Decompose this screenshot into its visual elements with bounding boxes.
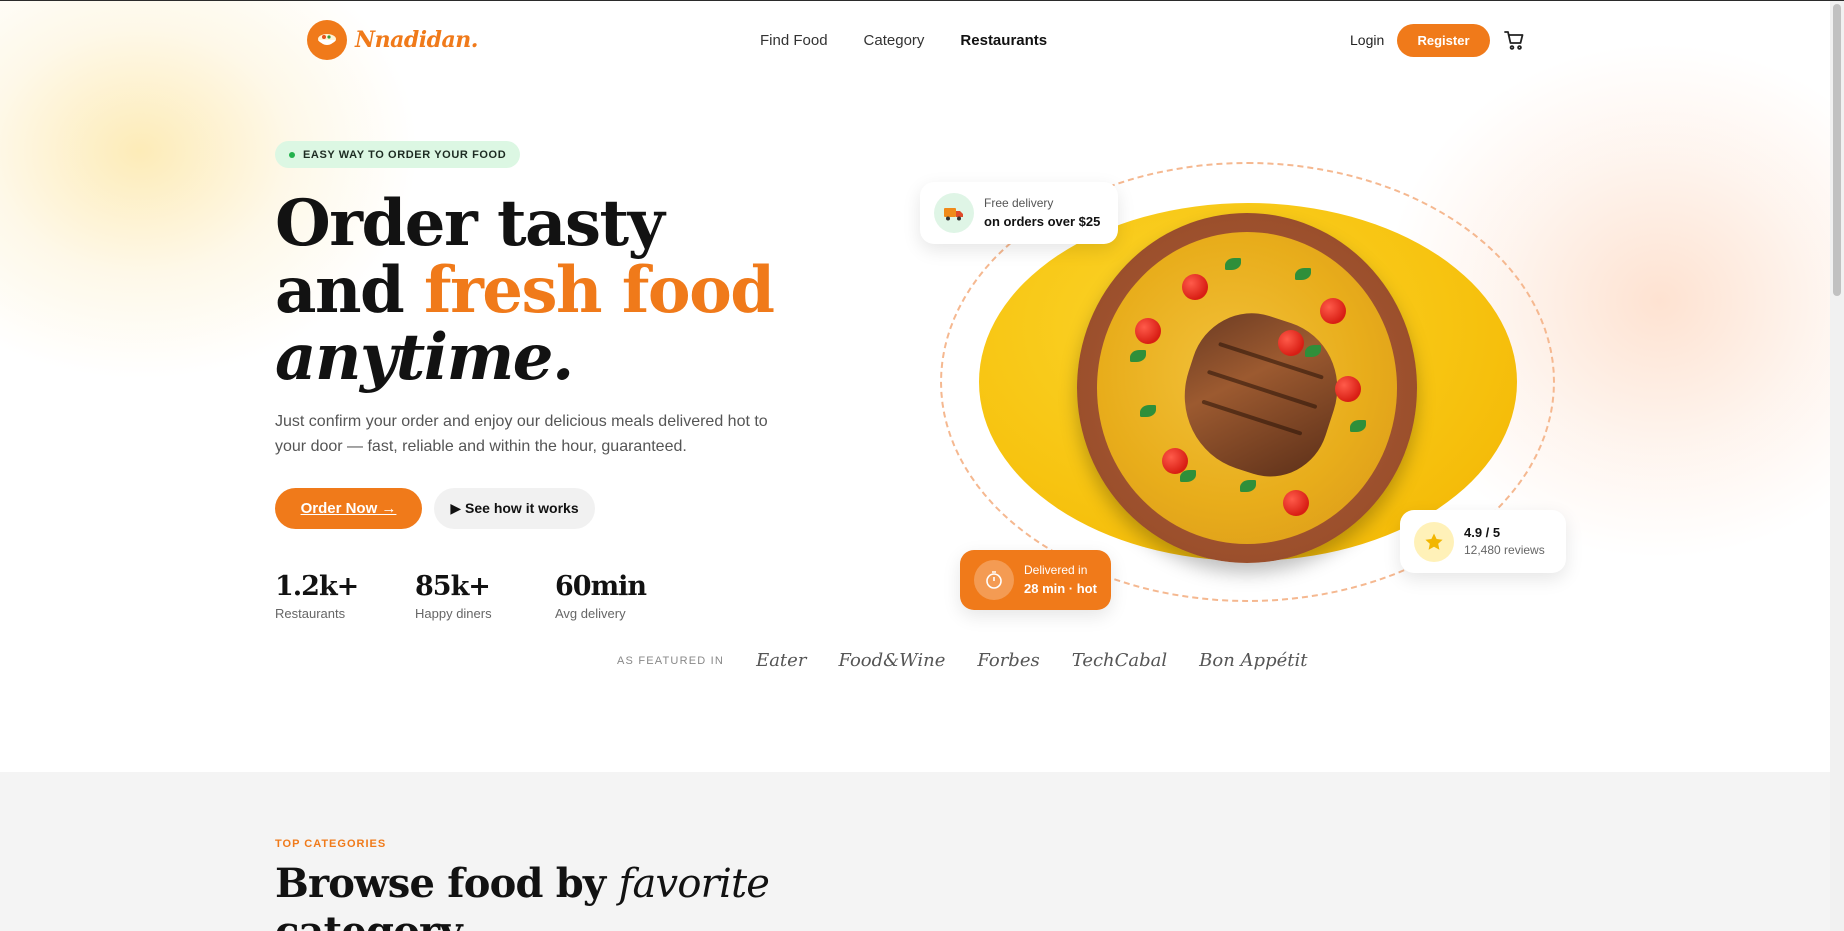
- time-card-title: Delivered in: [1024, 563, 1088, 577]
- delivery-card-detail: on orders over $25: [984, 214, 1101, 229]
- hero-title: Order tasty and fresh food anytime.: [275, 186, 775, 395]
- tomato: [1182, 274, 1208, 300]
- rating-value: 4.9 / 5: [1464, 524, 1501, 540]
- nav-item-restaurants[interactable]: Restaurants: [960, 32, 1047, 49]
- tomato: [1135, 318, 1161, 344]
- stat-value: 60min: [555, 571, 647, 602]
- tomato: [1278, 330, 1304, 356]
- nav-item-find-food[interactable]: Find Food: [760, 32, 828, 49]
- stopwatch-icon: [974, 560, 1014, 600]
- tomato: [1320, 298, 1346, 324]
- featured-brand-bon-appetit: Bon Appétit: [1199, 650, 1308, 671]
- free-delivery-card: Free delivery on orders over $25: [920, 182, 1118, 244]
- featured-in-strip: AS FEATURED IN Eater Food&Wine Forbes Te…: [617, 650, 1339, 671]
- stat-happy-diners: 85k+ Happy diners: [415, 571, 492, 622]
- star-icon: [1414, 521, 1454, 562]
- delivery-card-title: Free delivery: [984, 196, 1054, 210]
- stat-value: 85k+: [415, 571, 491, 602]
- featured-brand-forbes: Forbes: [977, 650, 1040, 671]
- hero-title-line-1: Order tasty: [275, 186, 665, 261]
- categories-title-main: Browse food by: [275, 860, 619, 907]
- grill-mark: [1206, 369, 1318, 410]
- brand-name: Nnadidan.: [355, 27, 478, 53]
- time-card-detail: 28 min · hot: [1024, 581, 1097, 596]
- stat-label: Happy diners: [415, 606, 492, 621]
- nav-item-category[interactable]: Category: [864, 32, 925, 49]
- stat-avg-delivery: 60min Avg delivery: [555, 571, 647, 622]
- scrollbar-thumb[interactable]: [1833, 4, 1841, 296]
- hero-subtitle: Just confirm your order and enjoy our de…: [275, 413, 768, 455]
- featured-label: AS FEATURED IN: [617, 654, 725, 667]
- hero-title-line-3: anytime.: [275, 320, 574, 395]
- cart-icon[interactable]: [1503, 29, 1525, 51]
- bowl-icon: [307, 20, 347, 60]
- grill-mark: [1201, 399, 1303, 436]
- categories-title-last: category: [275, 908, 463, 931]
- login-link[interactable]: Login: [1350, 32, 1384, 48]
- stat-label: Restaurants: [275, 606, 346, 621]
- stat-value: 1.2k+: [275, 571, 359, 602]
- categories-eyebrow: TOP CATEGORIES: [275, 838, 387, 850]
- featured-brand-eater: Eater: [756, 650, 807, 671]
- rating-count: 12,480 reviews: [1464, 542, 1545, 557]
- delivery-time-card: Delivered in 28 min · hot: [960, 550, 1111, 610]
- register-button[interactable]: Register: [1397, 24, 1490, 57]
- stat-label: Avg delivery: [555, 606, 626, 621]
- main-nav: Find Food Category Restaurants: [760, 32, 1047, 49]
- featured-brand-techcabal: TechCabal: [1071, 650, 1168, 671]
- tomato: [1283, 490, 1309, 516]
- see-how-it-works-button[interactable]: ▶ See how it works: [434, 488, 595, 529]
- categories-title: Browse food by favorite category: [275, 860, 795, 931]
- featured-brand-food-wine: Food&Wine: [838, 650, 946, 671]
- hero-tagline-pill: EASY WAY TO ORDER YOUR FOOD: [275, 141, 521, 168]
- truck-icon: [934, 193, 974, 233]
- hero-title-highlight: fresh food: [424, 253, 775, 328]
- categories-title-italic: favorite: [618, 861, 770, 907]
- tomato: [1335, 376, 1361, 402]
- brand-logo[interactable]: Nnadidan.: [307, 20, 478, 60]
- hero-title-line-2: and fresh food: [275, 257, 775, 324]
- order-now-button[interactable]: Order Now →: [275, 488, 422, 529]
- rating-card: 4.9 / 5 12,480 reviews: [1400, 510, 1566, 573]
- stat-restaurants: 1.2k+ Restaurants: [275, 571, 359, 622]
- hero-title-and: and: [275, 253, 425, 328]
